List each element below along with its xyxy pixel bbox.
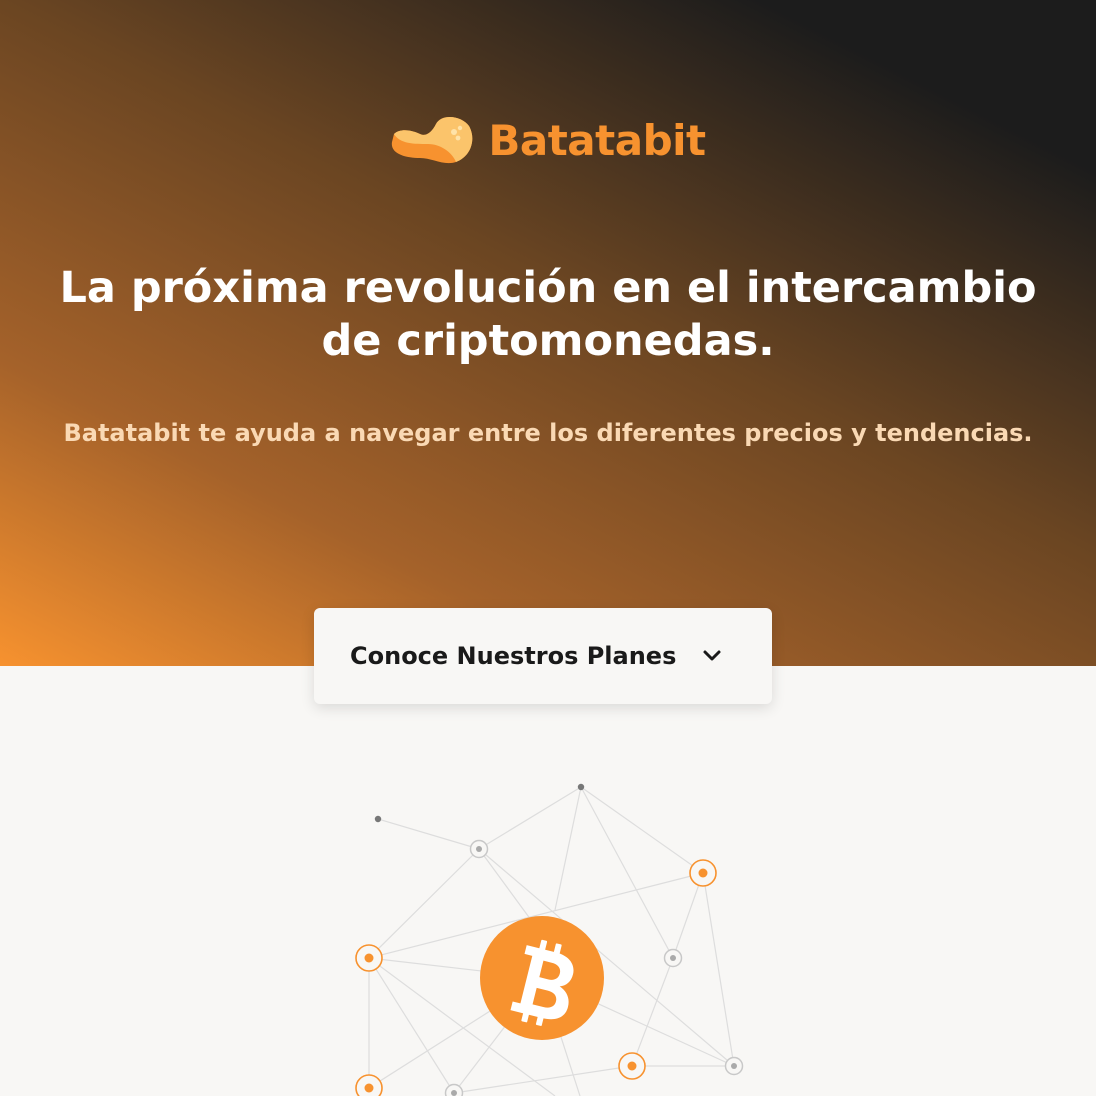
bitcoin-network-illustration [355,783,744,1096]
network-dot [577,783,585,791]
plans-button-label: Conoce Nuestros Planes [350,642,677,670]
hero-subtitle: Batatabit te ayuda a navegar entre los d… [63,419,1033,447]
neutral-node [444,1083,464,1096]
neutral-node [663,948,683,968]
potato-logo-icon [392,117,473,164]
plans-button[interactable]: Conoce Nuestros Planes [314,608,772,704]
neutral-node [724,1056,744,1076]
chevron-down-icon [703,650,721,661]
bitcoin-icon [480,916,604,1040]
network-dot [374,815,382,823]
hero-title: La próxima revolución en el intercambio … [59,263,1037,366]
brand-name: Batatabit [488,115,706,165]
orange-node [618,1052,646,1080]
hero-section: Batatabit La próxima revolución en el in… [0,0,1096,666]
neutral-node [469,839,489,859]
orange-node [355,944,383,972]
orange-node [689,859,717,887]
orange-node [355,1074,383,1096]
brand-logo[interactable]: Batatabit [0,114,1096,166]
